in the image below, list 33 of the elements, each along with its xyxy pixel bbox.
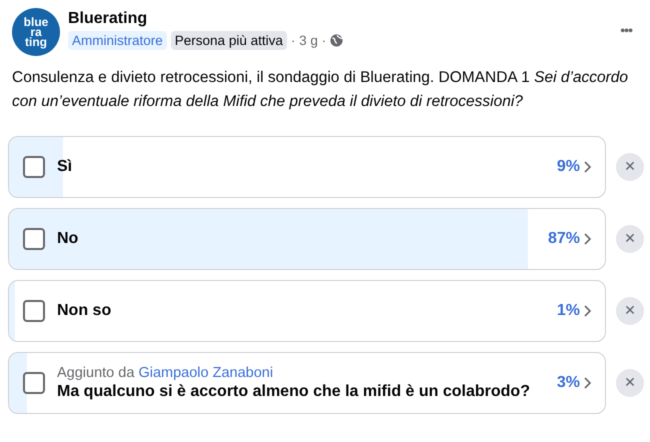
chevron-icon <box>583 377 591 389</box>
vote-percent[interactable]: 87% <box>548 230 580 248</box>
post-text: Consulenza e divieto retrocessioni, il sondaggio di Bluerating. DOMANDA 1 Sei d’accordo con un’eventuale riforma della Mifid che preveda il divieto di retrocessioni? <box>12 68 630 112</box>
poll-option[interactable]: No 87% <box>8 208 606 270</box>
chevron-icon <box>583 161 591 173</box>
badge: Persona più attiva <box>170 31 287 50</box>
checkbox[interactable] <box>23 156 45 178</box>
more-button[interactable]: ••• <box>614 8 638 38</box>
poll-option[interactable]: Sì 9% <box>8 136 606 198</box>
page-name[interactable]: Bluerating <box>68 10 606 28</box>
remove-button[interactable]: ✕ <box>616 225 644 253</box>
poll-option[interactable]: Non so 1% <box>8 280 606 342</box>
option-label: Non so <box>57 302 112 320</box>
post-time[interactable]: · 3 g · <box>290 33 326 48</box>
checkbox[interactable] <box>23 300 45 322</box>
chevron-icon <box>583 305 591 317</box>
remove-button[interactable]: ✕ <box>616 153 644 181</box>
vote-percent[interactable]: 9% <box>556 158 580 176</box>
logo: blue ra ting <box>12 8 60 56</box>
globe-icon <box>330 34 344 47</box>
remove-button[interactable]: ✕ <box>616 297 644 325</box>
chevron-icon <box>583 233 591 245</box>
poll-option[interactable]: Aggiunto da Giampaolo Zanaboni Ma qualcuno si è accorto almeno che la mifid è un colabrodo? 3% <box>8 352 606 414</box>
added-by-text: Aggiunto da Giampaolo Zanaboni <box>57 365 274 381</box>
badge: Amministratore <box>68 31 167 50</box>
checkbox[interactable] <box>23 372 45 394</box>
option-label: Ma qualcuno si è accorto almeno che la mifid è un colabrodo? <box>57 383 531 401</box>
vote-percent[interactable]: 3% <box>556 374 580 392</box>
remove-button[interactable]: ✕ <box>616 369 644 397</box>
option-label: Sì <box>57 158 74 176</box>
vote-percent[interactable]: 1% <box>556 302 580 320</box>
checkbox[interactable] <box>23 228 45 250</box>
option-label: No <box>57 230 80 248</box>
